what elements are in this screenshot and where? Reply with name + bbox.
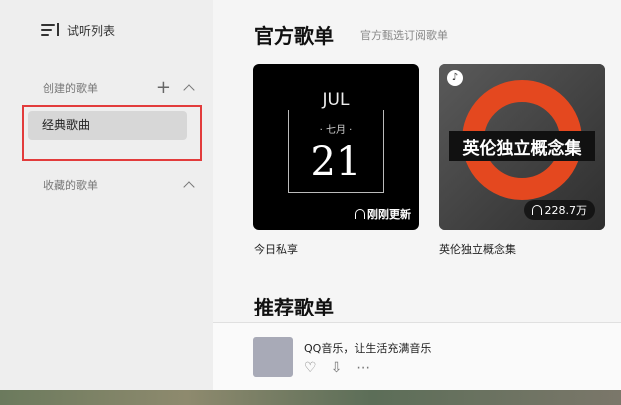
download-icon[interactable]: ⇩ [331, 360, 343, 376]
list-item[interactable]: QQ音乐，让生活充满音乐 ♡ ⇩ ⋯ [213, 322, 621, 390]
official-playlists-subtitle: 官方甄选订阅歌单 [360, 29, 448, 42]
play-count-badge: 228.7万 [523, 200, 595, 220]
collected-playlists-label: 收藏的歌单 [43, 179, 98, 192]
card-name[interactable]: 今日私享 [254, 241, 298, 257]
chevron-up-icon[interactable] [183, 84, 195, 96]
calendar-day: 21 [310, 139, 362, 185]
headphone-icon [355, 209, 365, 219]
update-badge: 刚刚更新 [355, 206, 411, 222]
list-item-title: QQ音乐，让生活充满音乐 [304, 342, 432, 355]
created-playlists-label: 创建的歌单 [43, 82, 98, 95]
calendar-cn-month: · 七月 · [319, 125, 353, 136]
official-playlists-title: 官方歌单 [254, 24, 334, 48]
playlist-icon [41, 23, 59, 37]
recommended-playlists-title: 推荐歌单 [254, 296, 334, 316]
list-item-actions: ♡ ⇩ ⋯ [304, 360, 370, 376]
main-content: 官方歌单 官方甄选订阅歌单 JUL · 七月 · 21 刚刚更新 英伦独立概念集… [213, 0, 621, 390]
desktop-background [0, 390, 621, 405]
calendar-month: JUL [253, 90, 419, 110]
app-window: 试听列表 创建的歌单 + 经典歌曲 收藏的歌单 官方歌单 官方甄选订阅歌单 JU… [0, 0, 621, 390]
chevron-up-icon[interactable] [183, 181, 195, 193]
britpop-card[interactable]: 英伦独立概念集 ♪ 228.7万 [439, 64, 605, 230]
music-logo-icon: ♪ [447, 70, 463, 86]
update-badge-label: 刚刚更新 [367, 208, 411, 221]
highlight-box [22, 105, 202, 161]
play-count-label: 228.7万 [544, 204, 588, 217]
listen-list-label: 试听列表 [67, 23, 116, 38]
more-icon[interactable]: ⋯ [356, 360, 370, 376]
playlist-thumbnail [253, 337, 293, 377]
collected-playlists-header: 收藏的歌单 [43, 176, 195, 194]
daily-private-card[interactable]: JUL · 七月 · 21 刚刚更新 [253, 64, 419, 230]
card-cover-title: 英伦独立概念集 [462, 139, 582, 159]
add-playlist-icon[interactable]: + [156, 79, 171, 97]
created-playlists-header: 创建的歌单 + [43, 79, 195, 97]
listen-list-link[interactable]: 试听列表 [41, 20, 115, 40]
sidebar: 试听列表 创建的歌单 + 经典歌曲 收藏的歌单 [0, 0, 213, 390]
card-name[interactable]: 英伦独立概念集 [439, 241, 516, 257]
headphone-icon [531, 205, 542, 215]
heart-icon[interactable]: ♡ [304, 360, 317, 376]
